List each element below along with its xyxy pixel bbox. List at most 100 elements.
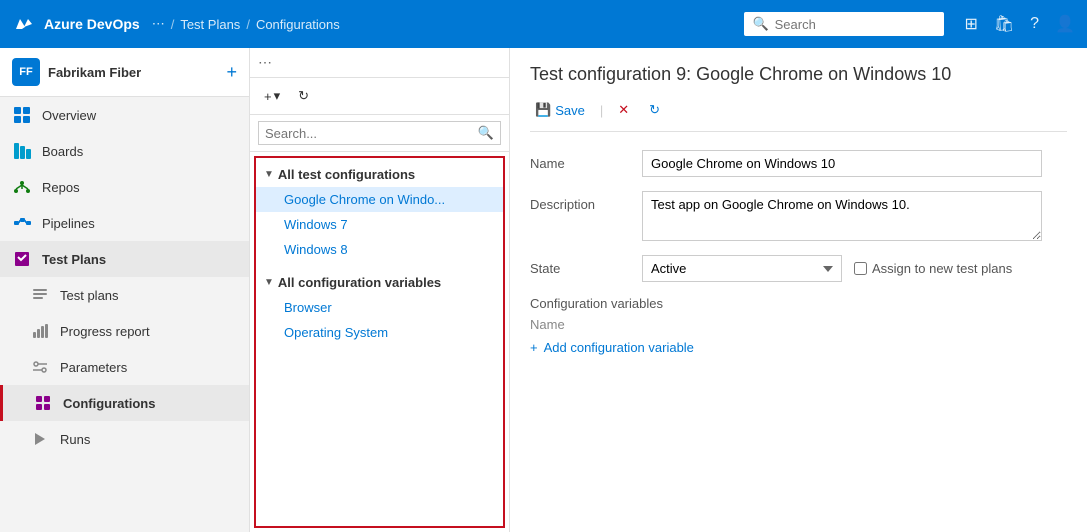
add-variable-icon: + [530,340,538,355]
testplans-icon [12,249,32,269]
config-vars-section: Configuration variables Name + Add confi… [530,296,1067,355]
save-button[interactable]: 💾 Save [530,99,590,121]
breadcrumb-sep1: / [171,17,175,32]
runs-icon [30,429,50,449]
tree-group-variables: ▼ All configuration variables Browser Op… [256,266,503,349]
config-vars-name-col: Name [530,317,1067,332]
main-content: FF Fabrikam Fiber + Overview Boards [0,48,1087,532]
org-name: Fabrikam Fiber [48,65,218,80]
description-input[interactable]: Test app on Google Chrome on Windows 10. [642,191,1042,241]
sidebar-item-testplans-sub-label: Test plans [60,288,119,303]
configurations-icon [33,393,53,413]
state-label: State [530,255,630,276]
sidebar-item-configurations[interactable]: Configurations [0,385,249,421]
sidebar-item-progress-label: Progress report [60,324,150,339]
sidebar-item-parameters-label: Parameters [60,360,127,375]
tree-group-variables-header[interactable]: ▼ All configuration variables [256,270,503,295]
tree-group-variables-arrow: ▼ [264,277,274,288]
sidebar: FF Fabrikam Fiber + Overview Boards [0,48,250,532]
middle-search-box[interactable]: 🔍 [258,121,501,145]
logo-text: Azure DevOps [44,16,140,32]
refresh-detail-icon: ↻ [649,102,660,118]
breadcrumb-sep2: / [246,17,250,32]
tree-item-windows8[interactable]: Windows 8 [256,237,503,262]
testplans-sub-icon [30,285,50,305]
tree-item-windows7-label: Windows 7 [284,217,348,232]
save-icon: 💾 [535,102,551,118]
name-input[interactable] [642,150,1042,177]
refresh-button[interactable]: ↻ [292,84,315,108]
tree-group-configurations-label: All test configurations [278,167,415,182]
sidebar-item-repos[interactable]: Repos [0,169,249,205]
middle-search: 🔍 [250,115,509,152]
config-vars-label: Configuration variables [530,296,1067,311]
assign-checkbox[interactable] [854,262,867,275]
breadcrumb-dots[interactable]: ⋯ [152,16,165,32]
bag-icon[interactable]: 🛍 [994,14,1014,34]
save-label: Save [555,103,585,118]
sidebar-item-parameters[interactable]: Parameters [0,349,249,385]
sidebar-item-boards[interactable]: Boards [0,133,249,169]
add-variable-label: Add configuration variable [544,340,694,355]
help-icon[interactable]: ? [1030,15,1039,33]
add-icon: + [264,89,272,104]
sidebar-item-runs[interactable]: Runs [0,421,249,457]
org-header: FF Fabrikam Fiber + [0,48,249,97]
org-icon: FF [12,58,40,86]
refresh-icon: ↻ [298,88,309,104]
sidebar-item-repos-label: Repos [42,180,80,195]
overview-icon [12,105,32,125]
sidebar-item-runs-label: Runs [60,432,90,447]
add-dropdown-arrow[interactable]: ▾ [274,88,281,104]
breadcrumb-testplans[interactable]: Test Plans [180,17,240,32]
topbar: Azure DevOps ⋯ / Test Plans / Configurat… [0,0,1087,48]
middle-search-icon: 🔍 [478,125,494,141]
user-icon[interactable]: 👤 [1055,14,1075,34]
right-toolbar: 💾 Save | ✕ ↻ [530,99,1067,132]
form-row-name: Name [530,150,1067,177]
pipelines-icon [12,213,32,233]
sidebar-item-progress[interactable]: Progress report [0,313,249,349]
sidebar-item-testplans-sub[interactable]: Test plans [0,277,249,313]
progress-icon [30,321,50,341]
breadcrumb-configurations[interactable]: Configurations [256,17,340,32]
tree-group-arrow: ▼ [264,169,274,180]
tree-item-windows8-label: Windows 8 [284,242,348,257]
middle-search-input[interactable] [265,126,474,141]
add-org-button[interactable]: + [226,62,237,83]
toolbar-separator: | [600,103,603,118]
name-label: Name [530,150,630,171]
breadcrumb: ⋯ / Test Plans / Configurations [152,16,733,32]
sidebar-item-testplans-label: Test Plans [42,252,106,267]
state-select[interactable]: Active Inactive [642,255,842,282]
sidebar-item-pipelines[interactable]: Pipelines [0,205,249,241]
form-row-state: State Active Inactive Assign to new test… [530,255,1067,282]
search-icon: 🔍 [752,16,768,32]
repos-icon [12,177,32,197]
tree-item-browser[interactable]: Browser [256,295,503,320]
tree-group-configurations: ▼ All test configurations Google Chrome … [256,158,503,266]
tree-group-configurations-header[interactable]: ▼ All test configurations [256,162,503,187]
search-input[interactable] [775,17,937,32]
sidebar-item-overview[interactable]: Overview [0,97,249,133]
tree-item-os[interactable]: Operating System [256,320,503,345]
search-box[interactable]: 🔍 [744,12,944,36]
middle-panel: ⋯ + ▾ ↻ 🔍 ▼ All test configurations [250,48,510,532]
sidebar-item-testplans[interactable]: Test Plans [0,241,249,277]
add-variable-button[interactable]: + Add configuration variable [530,340,1067,355]
discard-button[interactable]: ✕ [613,99,634,121]
tree-group-variables-label: All configuration variables [278,275,441,290]
add-button[interactable]: + ▾ [258,84,286,108]
tree-container: ▼ All test configurations Google Chrome … [254,156,505,528]
topbar-icons: ⊞ 🛍 ? 👤 [964,14,1075,34]
tree-item-chrome-label: Google Chrome on Windo... [284,192,445,207]
assign-checkbox-label[interactable]: Assign to new test plans [854,261,1012,276]
grid-icon[interactable]: ⊞ [964,14,977,34]
tree-item-chrome[interactable]: Google Chrome on Windo... [256,187,503,212]
sidebar-item-configurations-label: Configurations [63,396,155,411]
assign-label: Assign to new test plans [872,261,1012,276]
middle-menu-icon[interactable]: ⋯ [258,54,272,71]
form-row-description: Description Test app on Google Chrome on… [530,191,1067,241]
tree-item-windows7[interactable]: Windows 7 [256,212,503,237]
refresh-detail-button[interactable]: ↻ [644,99,665,121]
